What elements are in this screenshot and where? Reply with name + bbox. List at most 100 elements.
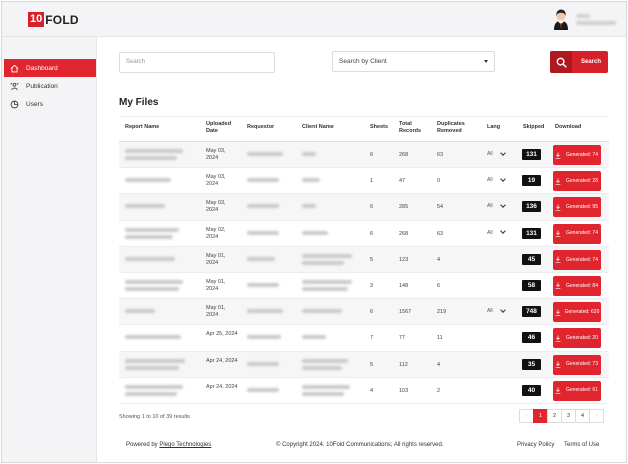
lang-value: All xyxy=(487,203,493,210)
skipped-badge: 35 xyxy=(522,358,541,370)
plego-link[interactable]: Plego Technologies xyxy=(159,442,211,448)
search-button[interactable]: Search xyxy=(550,51,608,73)
download-button[interactable]: Generated: 73 xyxy=(553,354,601,375)
search-button-label: Search xyxy=(581,59,602,65)
user-avatar-icon[interactable] xyxy=(552,8,570,30)
user-menu[interactable] xyxy=(552,8,616,30)
download-icon xyxy=(553,361,563,368)
lang-select[interactable]: All xyxy=(487,149,506,157)
skipped-badge: 45 xyxy=(522,253,541,265)
requestor-redacted xyxy=(247,335,281,340)
duplicates-removed: 6 xyxy=(437,282,441,289)
download-button[interactable]: Generated: 95 xyxy=(553,197,601,218)
footer: Powered by Plego Technologies © Copyrigh… xyxy=(98,437,626,462)
download-button[interactable]: Generated: 74 xyxy=(553,145,601,165)
col-client-name: Client Name xyxy=(302,124,334,130)
col-report-name: Report Name xyxy=(125,124,160,130)
sheets-count: 1 xyxy=(370,178,374,185)
main-content: Search Search by Client Search My Files … xyxy=(98,37,626,462)
total-records: 47 xyxy=(399,178,406,185)
privacy-policy-link[interactable]: Privacy Policy xyxy=(517,442,554,448)
lang-select[interactable]: All xyxy=(487,306,506,314)
skipped-badge: 40 xyxy=(522,384,541,396)
page-button-4[interactable]: 4 xyxy=(575,409,590,423)
download-button[interactable]: Generated: 74 xyxy=(553,223,601,244)
page-button-1[interactable]: 1 xyxy=(533,409,548,423)
report-name-redacted xyxy=(125,234,173,239)
download-label: Generated: 620 xyxy=(564,308,600,315)
prev-page-button[interactable]: ‹ xyxy=(519,409,534,423)
files-table: Report Name Uploaded Date Requestor Clie… xyxy=(119,116,609,404)
client-name-redacted xyxy=(302,230,328,235)
chevron-down-icon xyxy=(499,149,506,156)
uploaded-date: Apr 25, 2024 xyxy=(206,331,238,338)
download-label: Generated: 84 xyxy=(566,282,598,289)
lang-select[interactable]: All xyxy=(487,202,506,210)
report-name-redacted xyxy=(125,156,177,160)
total-records: 112 xyxy=(399,361,408,368)
uploaded-date: Apr 24, 2024 xyxy=(206,383,238,390)
requestor-redacted xyxy=(247,178,279,183)
download-button[interactable]: Generated: 28 xyxy=(553,171,601,192)
requestor-redacted xyxy=(247,152,283,156)
report-name-redacted xyxy=(125,384,183,389)
client-name-redacted xyxy=(302,260,344,265)
sidebar-item-dashboard[interactable]: Dashboard xyxy=(4,59,96,77)
skipped-badge: 58 xyxy=(522,279,541,291)
search-input[interactable]: Search xyxy=(119,52,275,73)
client-select[interactable]: Search by Client xyxy=(332,51,495,72)
requestor-redacted xyxy=(247,282,279,287)
next-page-button[interactable]: › xyxy=(589,409,604,423)
download-button[interactable]: Generated: 74 xyxy=(553,249,601,270)
pagination: ‹ 1 2 3 4 › xyxy=(519,409,604,423)
download-button[interactable]: Generated: 61 xyxy=(553,380,601,401)
terms-of-use-link[interactable]: Terms of Use xyxy=(564,442,599,448)
client-name-redacted xyxy=(302,358,348,363)
sheets-count: 7 xyxy=(370,335,374,342)
col-sheets: Sheets xyxy=(370,124,389,130)
client-name-redacted xyxy=(302,365,342,370)
client-name-redacted xyxy=(302,309,342,314)
page-button-3[interactable]: 3 xyxy=(561,409,576,423)
requestor-redacted xyxy=(247,309,283,314)
download-label: Generated: 73 xyxy=(566,361,598,368)
download-button[interactable]: Generated: 84 xyxy=(553,275,601,296)
uploaded-date: May 03, 2024 xyxy=(206,200,226,214)
download-icon xyxy=(553,204,563,211)
requestor-redacted xyxy=(247,204,279,209)
total-records: 123 xyxy=(399,256,409,263)
powered-by: Powered by Plego Technologies xyxy=(126,442,211,448)
client-name-redacted xyxy=(302,279,352,284)
table-row: May 03, 2024 6 268 63 All 131 Generated: 74 xyxy=(119,142,609,169)
chevron-down-icon xyxy=(499,228,506,234)
download-icon xyxy=(553,282,563,290)
sidebar-item-publication[interactable]: Publication xyxy=(4,77,96,95)
publication-icon xyxy=(10,82,19,91)
duplicates-removed: 0 xyxy=(437,178,441,185)
download-icon xyxy=(553,335,563,342)
uploaded-date: May 03, 2024 xyxy=(206,148,226,161)
report-name-redacted xyxy=(125,279,183,284)
requestor-redacted xyxy=(247,387,279,392)
client-name-redacted xyxy=(302,286,348,291)
lang-value: All xyxy=(487,229,493,236)
table-body: May 03, 2024 6 268 63 All 131 Generated: 74 M… xyxy=(119,142,609,404)
sheets-count: 5 xyxy=(370,256,374,263)
chevron-down-icon xyxy=(499,202,506,208)
duplicates-removed: 11 xyxy=(437,335,443,342)
brand-logo[interactable]: 10 FOLD xyxy=(28,12,79,27)
sheets-count: 6 xyxy=(370,152,374,158)
download-button[interactable]: Generated: 620 xyxy=(553,302,601,323)
download-label: Generated: 20 xyxy=(566,335,598,342)
download-button[interactable]: Generated: 20 xyxy=(553,328,601,349)
download-label: Generated: 74 xyxy=(566,256,598,263)
skipped-badge: 136 xyxy=(522,201,541,213)
lang-select[interactable]: All xyxy=(487,175,506,183)
duplicates-removed: 4 xyxy=(437,361,441,368)
skipped-badge: 46 xyxy=(522,332,541,344)
col-lang: Lang xyxy=(487,124,501,130)
lang-select[interactable]: All xyxy=(487,228,506,236)
sidebar-item-users[interactable]: Users xyxy=(4,95,96,113)
page-button-2[interactable]: 2 xyxy=(547,409,562,423)
home-icon xyxy=(10,64,19,73)
